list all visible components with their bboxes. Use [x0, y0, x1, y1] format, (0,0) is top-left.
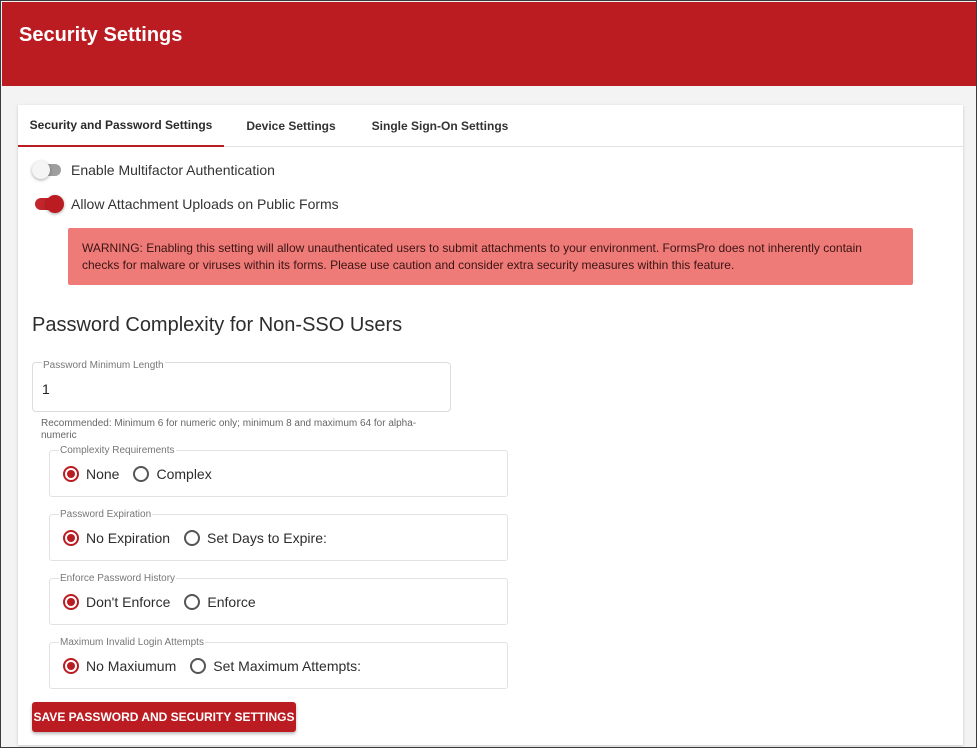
dont-enforce-option[interactable]: Don't Enforce [63, 594, 170, 610]
password-min-length-label: Password Minimum Length [42, 360, 165, 371]
mfa-toggle-row: Enable Multifactor Authentication [32, 161, 275, 179]
page-header: Security Settings [2, 2, 976, 86]
attachment-warning-banner: WARNING: Enabling this setting will allo… [68, 228, 913, 285]
radio-checked-icon[interactable] [63, 530, 79, 546]
radio-unchecked-icon[interactable] [190, 658, 207, 674]
complexity-requirements-group: Complexity Requirements None Complex [49, 445, 508, 497]
radio-checked-icon[interactable] [63, 466, 79, 482]
app-frame: Security Settings Security and Password … [0, 0, 977, 748]
password-min-length-field: Password Minimum Length [32, 360, 451, 412]
complexity-complex-option[interactable]: Complex [133, 466, 212, 482]
radio-label: Don't Enforce [86, 594, 171, 610]
complexity-requirements-label: Complexity Requirements [59, 445, 176, 456]
password-min-length-input[interactable] [42, 381, 422, 397]
attachments-toggle[interactable] [32, 195, 64, 213]
set-days-to-expire-option[interactable]: Set Days to Expire: [184, 530, 327, 546]
password-history-label: Enforce Password History [59, 573, 177, 584]
radio-label: No Expiration [86, 530, 171, 546]
enforce-option[interactable]: Enforce [184, 594, 256, 610]
tab-bar: Security and Password Settings Device Se… [18, 105, 963, 147]
attachments-toggle-label: Allow Attachment Uploads on Public Forms [71, 196, 339, 212]
password-expiration-label: Password Expiration [59, 509, 153, 520]
radio-checked-icon[interactable] [63, 658, 79, 674]
tab-device-settings[interactable]: Device Settings [237, 105, 345, 147]
settings-card: Security and Password Settings Device Se… [18, 105, 963, 745]
radio-label: None [86, 466, 120, 482]
mfa-toggle[interactable] [32, 161, 64, 179]
tab-single-sign-on[interactable]: Single Sign-On Settings [366, 105, 514, 147]
radio-label: Set Days to Expire: [207, 530, 327, 546]
max-login-attempts-label: Maximum Invalid Login Attempts [59, 637, 205, 648]
password-min-length-hint: Recommended: Minimum 6 for numeric only;… [41, 418, 417, 441]
password-expiration-group: Password Expiration No Expiration Set Da… [49, 509, 508, 561]
radio-label: No Maxiumum [86, 658, 177, 674]
radio-label: Enforce [207, 594, 256, 610]
mfa-toggle-label: Enable Multifactor Authentication [71, 162, 275, 178]
tab-security-and-password[interactable]: Security and Password Settings [18, 105, 224, 147]
radio-unchecked-icon[interactable] [184, 530, 201, 546]
radio-checked-icon[interactable] [63, 594, 79, 610]
password-section-title: Password Complexity for Non-SSO Users [32, 314, 403, 336]
page-title: Security Settings [19, 24, 183, 46]
radio-unchecked-icon[interactable] [184, 594, 201, 610]
no-maximum-option[interactable]: No Maxiumum [63, 658, 176, 674]
radio-unchecked-icon[interactable] [133, 466, 150, 482]
radio-label: Complex [156, 466, 212, 482]
complexity-none-option[interactable]: None [63, 466, 119, 482]
max-login-attempts-group: Maximum Invalid Login Attempts No Maxium… [49, 637, 508, 689]
save-security-settings-button[interactable]: SAVE PASSWORD AND SECURITY SETTINGS [32, 702, 296, 732]
no-expiration-option[interactable]: No Expiration [63, 530, 170, 546]
password-history-group: Enforce Password History Don't Enforce E… [49, 573, 508, 625]
attachments-toggle-row: Allow Attachment Uploads on Public Forms [32, 195, 339, 213]
radio-label: Set Maximum Attempts: [213, 658, 362, 674]
set-maximum-attempts-option[interactable]: Set Maximum Attempts: [190, 658, 361, 674]
